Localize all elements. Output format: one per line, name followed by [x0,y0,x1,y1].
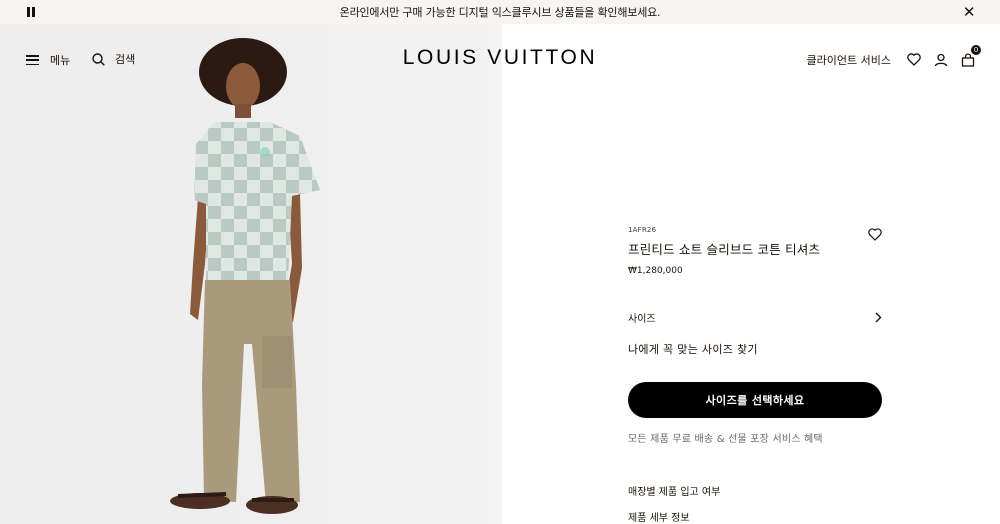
product-wishlist-icon[interactable] [868,226,882,241]
product-details-link[interactable]: 제품 세부 정보 [628,509,882,524]
chevron-right-icon [875,312,882,323]
close-icon[interactable]: ✕ [962,4,976,20]
wishlist-icon[interactable] [905,51,922,68]
size-selector[interactable]: 사이즈 [628,310,882,325]
account-icon[interactable] [932,51,949,68]
product-price: ₩1,280,000 [628,266,683,276]
size-finder-link[interactable]: 나에게 꼭 맞는 사이즈 찾기 [628,341,882,357]
product-title: 프린티드 쇼트 슬리브드 코튼 티셔츠 [628,242,821,257]
client-service-link[interactable]: 클라이언트 서비스 [807,52,891,68]
header-tools: 클라이언트 서비스 0 [807,45,981,68]
store-availability-link[interactable]: 매장별 제품 입고 여부 [628,483,882,498]
size-label: 사이즈 [628,314,656,325]
product-sku: 1AFR26 [628,226,657,234]
site-header: 메뉴 검색 LOUIS VUITTON 클라이언트 서비스 0 [0,24,1000,94]
product-info: 1AFR26 프린티드 쇼트 슬리브드 코튼 티셔츠 ₩1,280,000 사이… [628,226,882,524]
announcement-text[interactable]: 온라인에서만 구매 가능한 디지털 익스클루시브 상품들을 확인해보세요. [340,4,661,20]
pause-icon[interactable] [27,7,35,17]
product-image [0,24,502,524]
cart-count-badge: 0 [971,45,981,55]
model-photo [170,38,320,514]
select-size-button[interactable]: 사이즈를 선택하세요 [628,382,882,418]
announcement-bar: 온라인에서만 구매 가능한 디지털 익스클루시브 상품들을 확인해보세요. ✕ [0,0,1000,24]
shopping-bag-icon[interactable]: 0 [959,45,981,68]
services-info: 모든 제품 무료 배송 & 선물 포장 서비스 혜택 [628,434,823,445]
